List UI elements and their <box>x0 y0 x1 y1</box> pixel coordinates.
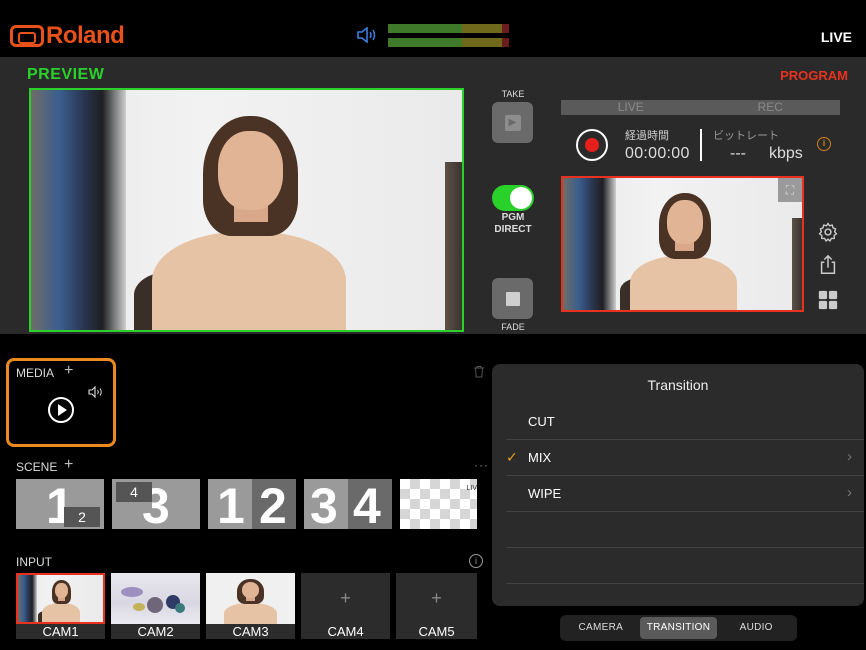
audio-meter-right <box>388 38 509 47</box>
preview-label: PREVIEW <box>27 66 105 83</box>
input-tile-cam1[interactable]: CAM1 <box>16 573 105 639</box>
scene-tile-2[interactable]: 3 4 <box>112 479 200 529</box>
scene-tile-number: 2 <box>259 479 287 529</box>
transition-option-empty <box>506 548 864 584</box>
status-divider <box>700 129 702 161</box>
scene-tile-number: 3 <box>310 479 338 529</box>
share-icon[interactable] <box>817 254 839 276</box>
transition-option-empty <box>506 512 864 548</box>
fade-button[interactable] <box>492 278 533 319</box>
roland-r-mark-icon <box>10 25 44 47</box>
elapsed-time-caption: 経過時間 <box>625 130 669 142</box>
preview-video-frame <box>31 90 462 330</box>
output-status-bar: LIVE REC <box>561 100 840 115</box>
input-tile-cam4[interactable]: + CAM4 <box>301 573 390 639</box>
gear-icon[interactable] <box>817 221 839 243</box>
chevron-right-icon: › <box>847 448 852 465</box>
scene-tile-corner-label: LIV <box>466 485 477 492</box>
scene-tile-number: 1 <box>217 479 245 529</box>
transition-option-label: MIX <box>528 450 552 465</box>
input-tile-name: CAM2 <box>137 624 174 639</box>
add-input-icon: + <box>340 588 351 608</box>
fullscreen-icon[interactable]: ⛶ <box>778 178 802 202</box>
trash-icon[interactable] <box>473 365 485 378</box>
brand-name: Roland <box>46 22 125 49</box>
tab-transition[interactable]: TRANSITION <box>639 617 718 639</box>
cam2-thumbnail <box>111 573 200 624</box>
fade-stop-icon <box>505 291 520 306</box>
scene-tile-1[interactable]: 1 2 <box>16 479 104 529</box>
pgm-direct-toggle[interactable] <box>492 185 534 211</box>
scene-tile-5[interactable]: LIV <box>400 479 477 529</box>
media-add-icon[interactable]: + <box>64 362 73 380</box>
bitrate-unit: kbps <box>769 145 803 162</box>
take-button[interactable]: ▶ <box>492 102 533 143</box>
audio-meter-left <box>388 24 509 33</box>
scene-tile-subnumber: 4 <box>116 482 152 502</box>
play-icon[interactable] <box>48 397 74 423</box>
status-tab-rec: REC <box>757 100 783 114</box>
transition-option-label: CUT <box>528 414 555 429</box>
input-tile-cam3[interactable]: CAM3 <box>206 573 295 639</box>
fade-label: FADE <box>501 322 525 332</box>
input-tile-cam5[interactable]: + CAM5 <box>396 573 477 639</box>
input-tile-name: CAM1 <box>42 624 79 639</box>
media-label: MEDIA <box>16 366 55 380</box>
bottom-tab-bar: CAMERA TRANSITION AUDIO <box>560 615 797 641</box>
bitrate-value: --- <box>730 145 746 162</box>
program-video-frame <box>563 178 802 310</box>
add-input-icon: + <box>431 588 442 608</box>
input-tile-name: CAM4 <box>327 624 364 639</box>
checkmark-icon: ✓ <box>506 449 518 465</box>
program-monitor[interactable] <box>561 176 804 312</box>
pgm-direct-label: PGM DIRECT <box>485 212 541 236</box>
live-status-label: LIVE <box>820 29 852 45</box>
transition-title: Transition <box>647 377 709 393</box>
bitrate-caption: ビットレート <box>713 130 779 142</box>
preview-monitor[interactable] <box>29 88 464 332</box>
program-label: PROGRAM <box>780 68 848 83</box>
record-dot-icon <box>585 138 599 152</box>
scene-tile-4[interactable]: 3 4 <box>304 479 392 529</box>
scene-tile-number: 4 <box>353 479 381 529</box>
scene-tile-subnumber: 2 <box>64 507 100 527</box>
tab-camera[interactable]: CAMERA <box>562 617 640 639</box>
record-button[interactable] <box>576 129 608 161</box>
transition-option-mix[interactable]: ✓ MIX › <box>506 440 864 476</box>
elapsed-time-value: 00:00:00 <box>625 145 690 162</box>
scene-more-icon[interactable]: ··· <box>474 458 489 472</box>
input-label: INPUT <box>16 555 52 569</box>
status-tab-live: LIVE <box>617 100 644 114</box>
layout-grid-icon[interactable] <box>817 289 839 311</box>
pgm-direct-label-line2: DIRECT <box>494 224 532 235</box>
input-tile-name: CAM3 <box>232 624 269 639</box>
pgm-direct-label-line1: PGM <box>501 212 525 223</box>
scene-label: SCENE <box>16 460 58 474</box>
take-arrow-icon: ▶ <box>504 114 521 131</box>
input-tile-cam2[interactable]: CAM2 <box>111 573 200 639</box>
cam1-thumbnail <box>16 573 105 624</box>
chevron-right-icon: › <box>847 484 852 501</box>
scene-tile-3[interactable]: 1 2 <box>208 479 296 529</box>
transition-option-cut[interactable]: CUT <box>506 404 864 440</box>
transition-option-wipe[interactable]: WIPE › <box>506 476 864 512</box>
transition-option-label: WIPE <box>528 486 562 501</box>
info-icon[interactable]: i <box>469 554 483 568</box>
input-tile-name: CAM5 <box>418 624 455 639</box>
roland-logo: Roland <box>10 22 125 50</box>
tab-audio[interactable]: AUDIO <box>717 617 795 639</box>
cam3-thumbnail <box>206 573 295 624</box>
toggle-knob <box>510 187 532 209</box>
info-icon[interactable]: i <box>817 137 831 151</box>
speaker-icon[interactable] <box>356 27 378 43</box>
take-label: TAKE <box>501 89 525 99</box>
scene-add-icon[interactable]: + <box>64 456 73 474</box>
speaker-small-icon <box>88 386 102 398</box>
